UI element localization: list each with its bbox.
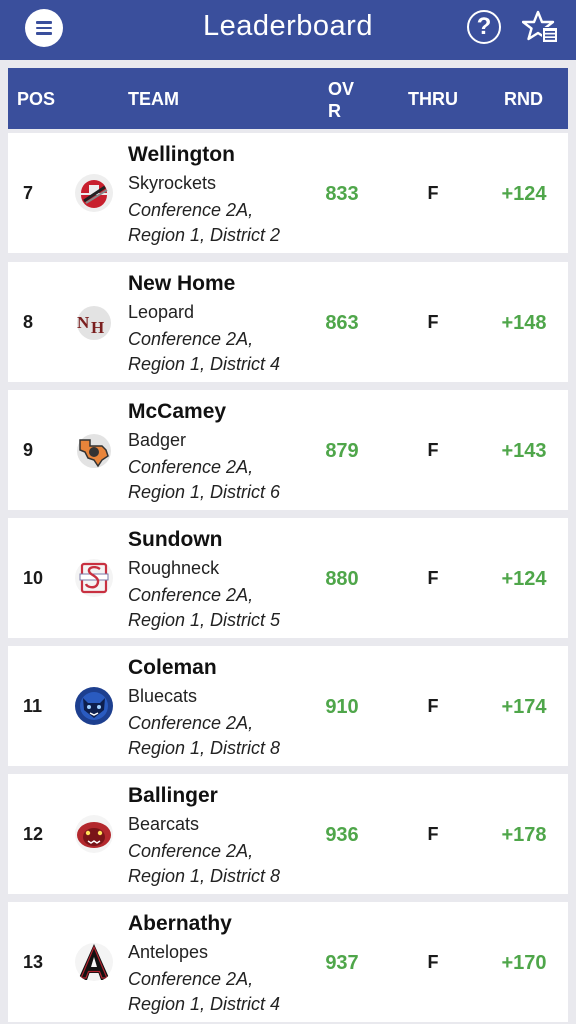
new-home-logo-icon: N H [77, 306, 111, 340]
leaderboard-row[interactable]: 9 McCamey Badger Conference 2A, Region 1… [8, 390, 568, 510]
team-mascot: Roughneck [128, 558, 220, 578]
mccamey-logo-icon [77, 434, 111, 468]
thru-status: F [427, 312, 439, 332]
team-mascot: Bluecats [128, 686, 198, 706]
round-score: +124 [501, 568, 547, 590]
team-name: Ballinger [128, 784, 218, 807]
team-conference: Conference 2A, Region 1, District 4 [128, 329, 281, 374]
round-score: +148 [501, 312, 547, 334]
team-mascot: Antelopes [128, 942, 209, 962]
position: 11 [23, 696, 43, 716]
team-name: Wellington [128, 143, 235, 166]
round-score: +124 [501, 183, 547, 205]
team-conference: Conference 2A, Region 1, District 8 [128, 713, 281, 758]
team-mascot: Skyrockets [128, 173, 217, 193]
wellington-logo-icon [75, 174, 113, 212]
team-name: Coleman [128, 656, 217, 679]
overall-score: 880 [325, 568, 359, 590]
star-list-icon [521, 10, 558, 43]
overall-score: 863 [325, 312, 359, 334]
round-score: +178 [501, 824, 547, 846]
leaderboard-row[interactable]: 7 Wellington Skyrockets Conference 2A, R… [8, 133, 568, 253]
favorites-button[interactable] [521, 9, 560, 47]
leaderboard-row[interactable]: 13 Abernathy Antelopes Conference 2A, Re… [8, 902, 568, 1022]
help-button[interactable]: ? [467, 10, 501, 44]
position: 8 [23, 312, 34, 332]
team-conference: Conference 2A, Region 1, District 8 [128, 841, 281, 886]
team-conference: Conference 2A, Region 1, District 2 [128, 200, 281, 245]
svg-text:H: H [91, 318, 104, 337]
leaderboard-header: POS TEAM OVR THRU RND [8, 68, 568, 129]
team-conference: Conference 2A, Region 1, District 5 [128, 585, 281, 630]
position: 9 [23, 440, 34, 460]
leaderboard-row[interactable]: 8 N H New Home Leopard Conference 2A, Re… [8, 262, 568, 382]
overall-score: 879 [325, 440, 359, 462]
sundown-logo-icon [75, 559, 113, 597]
ballinger-logo-icon [75, 815, 113, 853]
overall-score: 833 [325, 183, 359, 205]
thru-status: F [427, 952, 439, 972]
team-conference: Conference 2A, Region 1, District 6 [128, 457, 281, 502]
question-circle-icon: ? [476, 13, 492, 40]
position: 12 [23, 824, 44, 844]
column-header-ovr: OVR [328, 79, 355, 121]
team-mascot: Badger [128, 430, 187, 450]
column-header-rnd: RND [504, 89, 543, 109]
overall-score: 910 [325, 696, 359, 718]
team-mascot: Leopard [128, 302, 195, 322]
leaderboard-row[interactable]: 10 Sundown Roughneck Conference 2A, Regi… [8, 518, 568, 638]
round-score: +170 [501, 952, 547, 974]
position: 7 [23, 183, 34, 203]
column-header-pos: POS [17, 89, 56, 109]
svg-text:N: N [77, 313, 90, 332]
thru-status: F [427, 183, 439, 203]
team-mascot: Bearcats [128, 814, 200, 834]
leaderboard-row[interactable]: 12 Ballinger Bearcats Conference 2A, Reg… [8, 774, 568, 894]
team-name: McCamey [128, 400, 227, 423]
overall-score: 937 [325, 952, 359, 974]
coleman-logo-icon [75, 687, 113, 725]
top-app-bar: Leaderboard ? [0, 0, 576, 60]
position: 10 [23, 568, 44, 588]
team-name: Sundown [128, 528, 223, 551]
abernathy-logo-icon [75, 943, 113, 981]
position: 13 [23, 952, 44, 972]
thru-status: F [427, 440, 439, 460]
thru-status: F [427, 568, 439, 588]
column-header-thru: THRU [408, 89, 458, 109]
round-score: +174 [501, 696, 547, 718]
thru-status: F [427, 824, 439, 844]
team-conference: Conference 2A, Region 1, District 4 [128, 969, 281, 1014]
overall-score: 936 [325, 824, 359, 846]
team-name: New Home [128, 272, 236, 295]
round-score: +143 [501, 440, 547, 462]
team-name: Abernathy [128, 912, 232, 935]
leaderboard-row[interactable]: 11 Coleman Bluecats Conference 2A, Regio… [8, 646, 568, 766]
thru-status: F [427, 696, 439, 716]
column-header-team: TEAM [128, 89, 179, 109]
